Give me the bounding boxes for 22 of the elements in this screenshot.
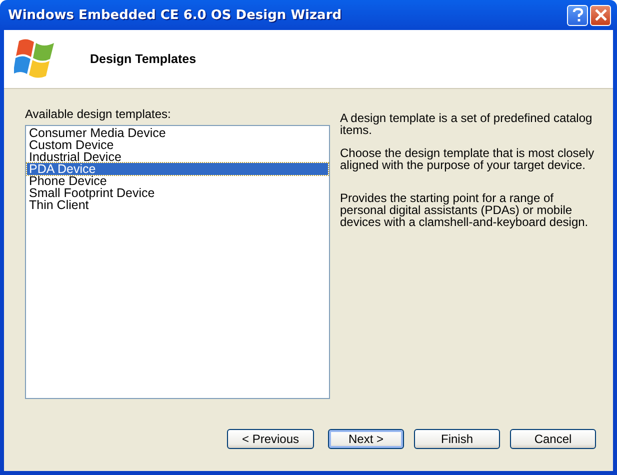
list-item[interactable]: Custom Device <box>27 139 328 151</box>
list-label: Available design templates: <box>25 107 172 121</box>
list-item[interactable]: Industrial Device <box>27 151 328 163</box>
list-item[interactable]: Small Footprint Device <box>27 187 328 199</box>
template-list[interactable]: Consumer Media Device Custom Device Industrial Device PDA Device Phone Device Small Footprint Device Thin Client <box>25 125 330 399</box>
description-text: Provides the starting point for a range of personal digital assistants (PDAs) or mobile devices with a clamshell-and-keyboard design. <box>340 192 590 228</box>
list-item[interactable]: Phone Device <box>27 175 328 187</box>
list-item[interactable]: Thin Client <box>27 199 328 211</box>
wizard-button[interactable]: Next > <box>328 429 404 449</box>
description-text: A design template is a set of predefined catalog items. <box>340 112 594 136</box>
list-item[interactable]: PDA Device <box>27 163 328 175</box>
page-title: Design Templates <box>90 52 196 66</box>
close-icon <box>594 9 606 21</box>
wizard-button[interactable]: Cancel <box>510 429 596 449</box>
list-item[interactable]: Consumer Media Device <box>27 127 328 139</box>
window-title: Windows Embedded CE 6.0 OS Design Wizard <box>8 8 342 22</box>
close-button[interactable] <box>590 4 611 26</box>
wizard-button[interactable]: Finish <box>414 429 500 449</box>
help-icon <box>572 8 584 22</box>
description-text: Choose the design template that is most closely aligned with the purpose of your target device. <box>340 147 596 171</box>
help-button[interactable] <box>567 4 588 26</box>
wizard-button[interactable]: < Previous <box>227 429 314 449</box>
